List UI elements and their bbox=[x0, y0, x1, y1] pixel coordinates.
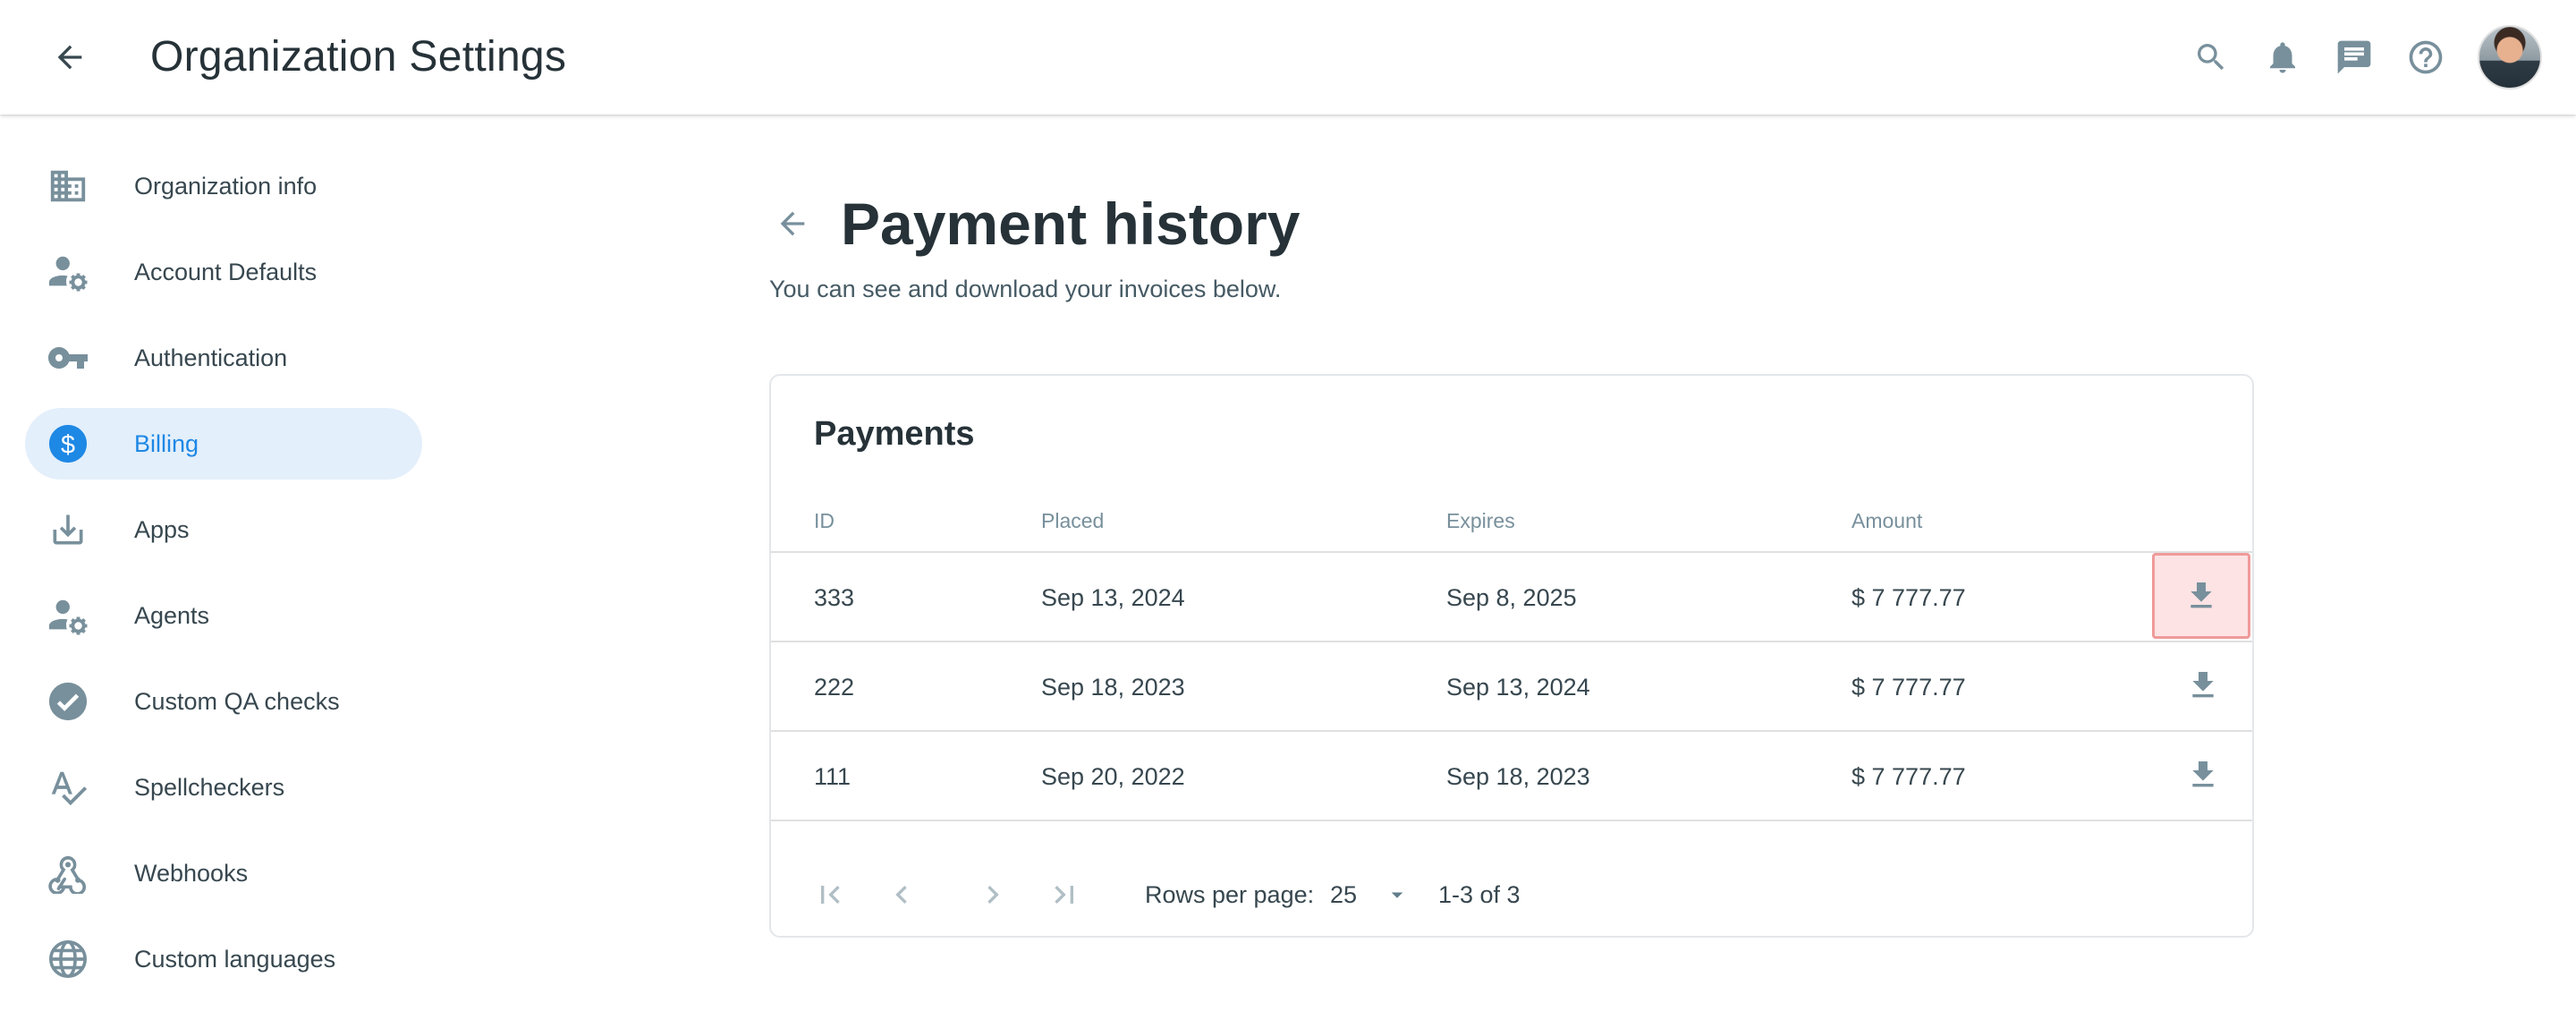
sidebar-item-label: Webhooks bbox=[134, 859, 249, 887]
cell-amount: $ 7 777.77 bbox=[1852, 584, 1966, 611]
key-icon bbox=[47, 336, 89, 379]
column-header-amount: Amount bbox=[1852, 509, 1923, 532]
download-icon bbox=[2190, 582, 2212, 608]
first-page-icon bbox=[821, 886, 840, 904]
webhook-icon bbox=[47, 852, 89, 895]
arrow-left-icon bbox=[780, 211, 805, 236]
column-header-id: ID bbox=[814, 509, 835, 532]
column-header-placed: Placed bbox=[1041, 509, 1105, 532]
search-icon bbox=[2198, 44, 2224, 71]
cell-expires: Sep 18, 2023 bbox=[1446, 763, 1590, 790]
dropdown-arrow-icon bbox=[1391, 892, 1403, 898]
rows-per-page-select[interactable]: 25 bbox=[1330, 852, 1411, 938]
sidebar-item-label: Authentication bbox=[134, 344, 288, 371]
bell-icon bbox=[2270, 42, 2295, 73]
search-button[interactable] bbox=[2184, 30, 2238, 84]
table-header: ID Placed Expires Amount bbox=[771, 510, 2252, 553]
last-page-icon bbox=[1055, 886, 1073, 904]
sidebar-item-label: Agents bbox=[134, 601, 210, 629]
cell-id: 111 bbox=[814, 763, 852, 790]
first-page-button[interactable] bbox=[809, 873, 852, 916]
notifications-button[interactable] bbox=[2256, 30, 2309, 84]
help-button[interactable] bbox=[2399, 30, 2453, 84]
cell-placed: Sep 18, 2023 bbox=[1041, 674, 1185, 701]
sidebar-item-label: Account Defaults bbox=[134, 258, 318, 285]
chevron-left-icon bbox=[895, 886, 907, 904]
app-bar: Organization Settings bbox=[0, 0, 2576, 115]
sidebar-item-organization-info[interactable]: Organization info bbox=[25, 150, 422, 222]
page-title: Payment history bbox=[841, 191, 1301, 257]
previous-page-button[interactable] bbox=[880, 873, 923, 916]
back-arrow-button[interactable] bbox=[45, 32, 95, 82]
sidebar-item-webhooks[interactable]: Webhooks bbox=[25, 837, 422, 909]
pagination: Rows per page: 25 1-3 of 3 bbox=[771, 852, 2252, 938]
sidebar-item-label: Apps bbox=[134, 515, 190, 543]
app-title: Organization Settings bbox=[150, 33, 567, 81]
sidebar-item-spellcheckers[interactable]: Spellcheckers bbox=[25, 752, 422, 823]
user-settings-icon bbox=[47, 594, 89, 637]
globe-icon bbox=[47, 938, 89, 981]
download-icon bbox=[47, 508, 89, 551]
page-subtitle: You can see and download your invoices b… bbox=[769, 276, 1282, 302]
rows-per-page-label: Rows per page: bbox=[1145, 881, 1315, 908]
dollar-icon: $ bbox=[47, 422, 89, 465]
sidebar-item-billing[interactable]: $ Billing bbox=[25, 408, 422, 480]
sidebar-item-label: Spellcheckers bbox=[134, 773, 285, 801]
cell-amount: $ 7 777.77 bbox=[1852, 763, 1966, 790]
messages-button[interactable] bbox=[2327, 30, 2381, 84]
sidebar-item-agents[interactable]: Agents bbox=[25, 580, 422, 651]
pagination-range: 1-3 of 3 bbox=[1438, 881, 1521, 908]
download-invoice-button[interactable] bbox=[2154, 732, 2252, 818]
cell-expires: Sep 8, 2025 bbox=[1446, 584, 1577, 611]
sidebar-item-label: Billing bbox=[134, 429, 199, 457]
sidebar-item-apps[interactable]: Apps bbox=[25, 494, 422, 565]
table-row: 333 Sep 13, 2024 Sep 8, 2025 $ 7 777.77 bbox=[771, 553, 2252, 642]
page-back-button[interactable] bbox=[769, 200, 816, 247]
next-page-button[interactable] bbox=[971, 873, 1014, 916]
download-invoice-button[interactable] bbox=[2152, 553, 2250, 639]
avatar[interactable] bbox=[2478, 25, 2542, 89]
table-row: 111 Sep 20, 2022 Sep 18, 2023 $ 7 777.77 bbox=[771, 732, 2252, 821]
appbar-actions bbox=[2166, 20, 2542, 95]
sidebar-item-label: Organization info bbox=[134, 172, 318, 200]
payments-title: Payments bbox=[814, 415, 975, 453]
building-icon bbox=[47, 165, 89, 208]
cell-expires: Sep 13, 2024 bbox=[1446, 674, 1590, 701]
user-settings-icon bbox=[47, 251, 89, 293]
column-header-expires: Expires bbox=[1446, 509, 1515, 532]
chat-icon bbox=[2337, 40, 2371, 74]
sidebar-item-custom-qa-checks[interactable]: Custom QA checks bbox=[25, 666, 422, 737]
cell-amount: $ 7 777.77 bbox=[1852, 674, 1966, 701]
arrow-left-icon bbox=[57, 45, 82, 70]
sidebar-item-authentication[interactable]: Authentication bbox=[25, 322, 422, 394]
cell-id: 222 bbox=[814, 674, 855, 701]
cell-id: 333 bbox=[814, 584, 855, 611]
cell-placed: Sep 13, 2024 bbox=[1041, 584, 1185, 611]
chevron-right-icon bbox=[987, 886, 999, 904]
cell-placed: Sep 20, 2022 bbox=[1041, 763, 1185, 790]
spellcheck-icon bbox=[47, 766, 89, 809]
check-circle-icon bbox=[47, 680, 89, 723]
help-circle-icon bbox=[2409, 40, 2443, 74]
sidebar-item-custom-languages[interactable]: Custom languages bbox=[25, 923, 422, 995]
payments-card: Payments ID Placed Expires Amount 333 Se… bbox=[769, 374, 2254, 938]
last-page-button[interactable] bbox=[1043, 873, 1086, 916]
svg-text:$: $ bbox=[61, 431, 75, 460]
sidebar-item-label: Custom languages bbox=[134, 945, 336, 973]
sidebar: Organization info Account Defaults Authe… bbox=[0, 150, 438, 1009]
table-row: 222 Sep 18, 2023 Sep 13, 2024 $ 7 777.77 bbox=[771, 642, 2252, 732]
sidebar-item-label: Custom QA checks bbox=[134, 687, 340, 715]
rows-per-page-value: 25 bbox=[1330, 880, 1358, 908]
sidebar-item-account-defaults[interactable]: Account Defaults bbox=[25, 236, 422, 308]
download-icon bbox=[2192, 672, 2214, 698]
download-icon bbox=[2192, 761, 2214, 787]
download-invoice-button[interactable] bbox=[2154, 642, 2252, 728]
